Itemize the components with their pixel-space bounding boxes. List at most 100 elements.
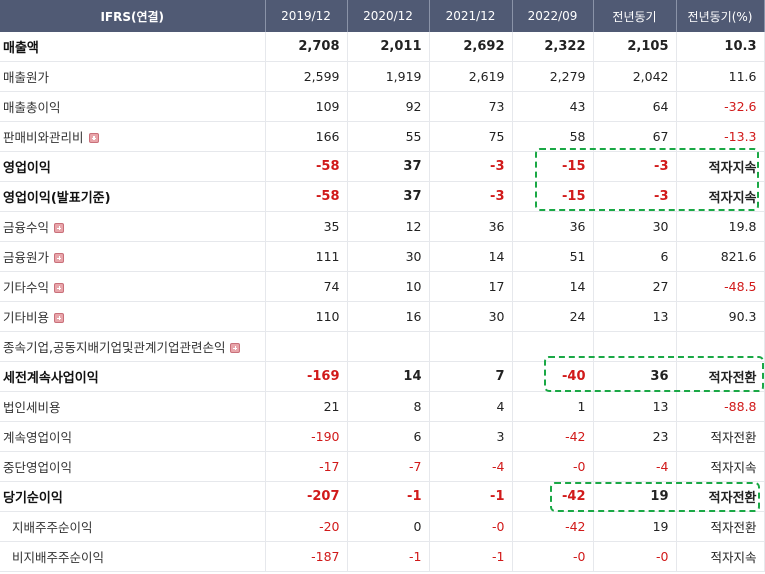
value-cell: 73 <box>429 91 513 122</box>
expand-plus-icon[interactable] <box>54 223 65 233</box>
header-prev-period-pct: 전년동기(%) <box>676 0 765 32</box>
row-label: 기타비용 <box>0 301 266 332</box>
value-cell: -17 <box>265 451 348 482</box>
value-cell: -13.3 <box>676 121 765 152</box>
table-row: 기타비용 110 16 30 24 13 90.3 <box>0 301 765 332</box>
value-cell: 37 <box>347 151 430 182</box>
expand-plus-icon[interactable] <box>54 253 65 263</box>
value-cell: 110 <box>265 301 348 332</box>
value-cell: 109 <box>265 91 348 122</box>
value-cell: -42 <box>512 511 594 542</box>
row-label: 매출원가 <box>0 61 266 92</box>
value-cell: 92 <box>347 91 430 122</box>
value-cell: 2,042 <box>593 61 677 92</box>
value-cell: 적자지속 <box>676 451 765 482</box>
row-label: 매출총이익 <box>0 91 266 122</box>
value-cell: 2,599 <box>265 61 348 92</box>
row-label-text: 영업이익(발표기준) <box>3 191 111 206</box>
value-cell: -42 <box>512 421 594 452</box>
row-label: 지배주주순이익 <box>0 511 266 542</box>
table-header-row: IFRS(연결) 2019/12 2020/12 2021/12 2022/09… <box>0 0 765 32</box>
value-cell: 166 <box>265 121 348 152</box>
value-cell: 55 <box>347 121 430 152</box>
header-2020-12: 2020/12 <box>347 0 430 32</box>
row-label-text: 계속영업이익 <box>3 430 73 445</box>
value-cell: -190 <box>265 421 348 452</box>
value-cell: 30 <box>347 241 430 272</box>
value-cell: 6 <box>593 241 677 272</box>
value-cell <box>347 331 430 362</box>
value-cell: 14 <box>347 361 430 392</box>
value-cell: 35 <box>265 211 348 242</box>
value-cell: 4 <box>429 391 513 422</box>
row-label: 비지배주주순이익 <box>0 541 266 572</box>
row-label-text: 당기순이익 <box>3 491 63 506</box>
value-cell: 90.3 <box>676 301 765 332</box>
expand-plus-icon[interactable] <box>88 133 99 143</box>
value-cell: 적자전환 <box>676 511 765 542</box>
header-prev-period: 전년동기 <box>593 0 677 32</box>
value-cell: 8 <box>347 391 430 422</box>
value-cell: 14 <box>429 241 513 272</box>
value-cell: 821.6 <box>676 241 765 272</box>
value-cell <box>265 331 348 362</box>
value-cell: 2,105 <box>593 32 677 62</box>
value-cell: 43 <box>512 91 594 122</box>
value-cell: 13 <box>593 301 677 332</box>
table-row: 매출액 2,708 2,011 2,692 2,322 2,105 10.3 <box>0 32 765 62</box>
value-cell: -32.6 <box>676 91 765 122</box>
value-cell: 14 <box>512 271 594 302</box>
value-cell: -3 <box>429 151 513 182</box>
value-cell: 23 <box>593 421 677 452</box>
value-cell: 1,919 <box>347 61 430 92</box>
row-label: 기타수익 <box>0 271 266 302</box>
highlight-net-income <box>550 482 760 512</box>
table-row: 매출총이익 109 92 73 43 64 -32.6 <box>0 91 765 122</box>
header-2022-09: 2022/09 <box>512 0 594 32</box>
value-cell: 19.8 <box>676 211 765 242</box>
financial-table-panel: IFRS(연결) 2019/12 2020/12 2021/12 2022/09… <box>0 0 765 574</box>
value-cell: -3 <box>429 181 513 212</box>
value-cell: 74 <box>265 271 348 302</box>
value-cell: 1 <box>512 391 594 422</box>
value-cell: -4 <box>429 451 513 482</box>
value-cell: 10.3 <box>676 32 765 62</box>
header-ifrs: IFRS(연결) <box>0 0 266 32</box>
table-row: 비지배주주순이익 -187 -1 -1 -0 -0 적자지속 <box>0 541 765 572</box>
value-cell: 0 <box>347 511 430 542</box>
value-cell: -169 <box>265 361 348 392</box>
header-2019-12: 2019/12 <box>265 0 348 32</box>
value-cell: 12 <box>347 211 430 242</box>
expand-plus-icon[interactable] <box>54 313 65 323</box>
row-label: 법인세비용 <box>0 391 266 422</box>
value-cell: 21 <box>265 391 348 422</box>
table-row: 금융원가 111 30 14 51 6 821.6 <box>0 241 765 272</box>
value-cell: -0 <box>429 511 513 542</box>
value-cell: 64 <box>593 91 677 122</box>
table-row: 중단영업이익 -17 -7 -4 -0 -4 적자지속 <box>0 451 765 482</box>
value-cell: 36 <box>512 211 594 242</box>
value-cell: -88.8 <box>676 391 765 422</box>
row-label: 판매비와관리비 <box>0 121 266 152</box>
table-row: 매출원가 2,599 1,919 2,619 2,279 2,042 11.6 <box>0 61 765 92</box>
row-label: 종속기업,공동지배기업및관계기업관련손익 <box>0 331 266 362</box>
row-label-text: 종속기업,공동지배기업및관계기업관련손익 <box>3 340 226 355</box>
table-row: 판매비와관리비 166 55 75 58 67 -13.3 <box>0 121 765 152</box>
value-cell: -1 <box>347 481 430 512</box>
row-label: 당기순이익 <box>0 481 266 512</box>
value-cell: 111 <box>265 241 348 272</box>
row-label: 세전계속사업이익 <box>0 361 266 392</box>
row-label-text: 매출원가 <box>3 70 50 85</box>
expand-plus-icon[interactable] <box>54 283 65 293</box>
row-label-text: 매출액 <box>3 41 39 56</box>
header-2021-12: 2021/12 <box>429 0 513 32</box>
table-row: 금융수익 35 12 36 36 30 19.8 <box>0 211 765 242</box>
value-cell: 7 <box>429 361 513 392</box>
expand-plus-icon[interactable] <box>230 343 241 353</box>
row-label-text: 지배주주순이익 <box>12 520 93 535</box>
row-label-text: 금융원가 <box>3 250 50 265</box>
value-cell: 51 <box>512 241 594 272</box>
row-label: 중단영업이익 <box>0 451 266 482</box>
value-cell: 17 <box>429 271 513 302</box>
value-cell: -0 <box>593 541 677 572</box>
